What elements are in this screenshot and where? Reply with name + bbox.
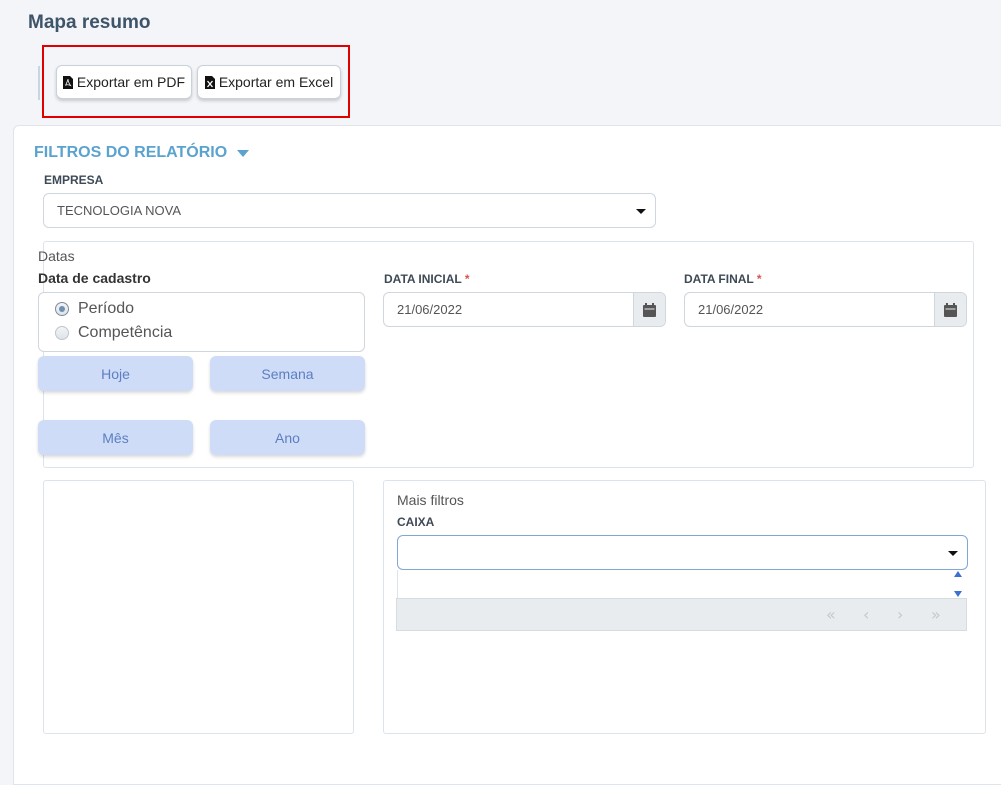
export-pdf-button[interactable]: Exportar em PDF: [56, 65, 192, 99]
radio-periodo-label: Período: [78, 300, 135, 317]
data-final-calendar-button[interactable]: [934, 293, 966, 326]
data-final-label: DATA FINAL *: [684, 272, 762, 286]
radio-competencia-label: Competência: [78, 324, 173, 341]
filters-toggle[interactable]: FILTROS DO RELATÓRIO: [34, 144, 250, 162]
data-inicial-calendar-button[interactable]: [633, 293, 665, 326]
data-inicial-label-text: DATA INICIAL: [384, 272, 462, 286]
mais-filtros-legend: Mais filtros: [397, 492, 464, 508]
page-title: Mapa resumo: [28, 12, 151, 33]
scroll-down-icon[interactable]: [954, 591, 962, 597]
mes-button[interactable]: Mês: [38, 420, 193, 455]
required-mark: *: [756, 272, 762, 286]
ano-button[interactable]: Ano: [210, 420, 365, 455]
radio-checked-icon: [55, 302, 69, 316]
toolbar-divider: [38, 66, 40, 100]
dropdown-caret-icon: [948, 550, 958, 556]
data-final-input[interactable]: 21/06/2022: [685, 293, 934, 326]
radio-competencia[interactable]: Competência: [55, 324, 172, 342]
datas-legend: Datas: [38, 248, 75, 264]
export-pdf-label: Exportar em PDF: [76, 74, 186, 90]
scroll-up-icon[interactable]: [954, 571, 962, 577]
export-excel-button[interactable]: Exportar em Excel: [197, 65, 341, 99]
radio-periodo[interactable]: Período: [55, 300, 134, 318]
list-scrollbar[interactable]: [950, 571, 966, 597]
empty-fieldset: [43, 480, 354, 734]
file-pdf-icon: [62, 75, 73, 89]
list-pager: « ‹ › »: [396, 598, 967, 631]
pager-next-button[interactable]: ›: [897, 605, 903, 624]
hoje-button[interactable]: Hoje: [38, 356, 193, 391]
pager-last-button[interactable]: »: [931, 605, 941, 624]
empresa-select[interactable]: TECNOLOGIA NOVA: [43, 193, 656, 228]
filters-title: FILTROS DO RELATÓRIO: [34, 144, 228, 161]
empresa-label: EMPRESA: [44, 173, 104, 187]
data-final-label-text: DATA FINAL: [684, 272, 754, 286]
calendar-icon: [643, 302, 656, 317]
caret-down-icon: [237, 149, 250, 157]
file-excel-icon: [204, 75, 215, 89]
data-inicial-input[interactable]: 21/06/2022: [384, 293, 633, 326]
semana-button[interactable]: Semana: [210, 356, 365, 391]
data-inicial-field[interactable]: 21/06/2022: [383, 292, 666, 327]
data-cadastro-label: Data de cadastro: [38, 270, 151, 286]
radio-unchecked-icon: [55, 326, 69, 340]
pager-prev-button[interactable]: ‹: [863, 605, 869, 624]
data-inicial-label: DATA INICIAL *: [384, 272, 470, 286]
caixa-label: CAIXA: [397, 515, 435, 529]
calendar-icon: [944, 302, 957, 317]
pager-first-button[interactable]: «: [826, 605, 836, 624]
empresa-value: TECNOLOGIA NOVA: [57, 203, 182, 218]
export-excel-label: Exportar em Excel: [218, 74, 334, 90]
dropdown-caret-icon: [636, 208, 646, 214]
caixa-select[interactable]: [397, 535, 968, 570]
caixa-options-list[interactable]: [397, 570, 966, 598]
data-final-field[interactable]: 21/06/2022: [684, 292, 967, 327]
required-mark: *: [464, 272, 470, 286]
